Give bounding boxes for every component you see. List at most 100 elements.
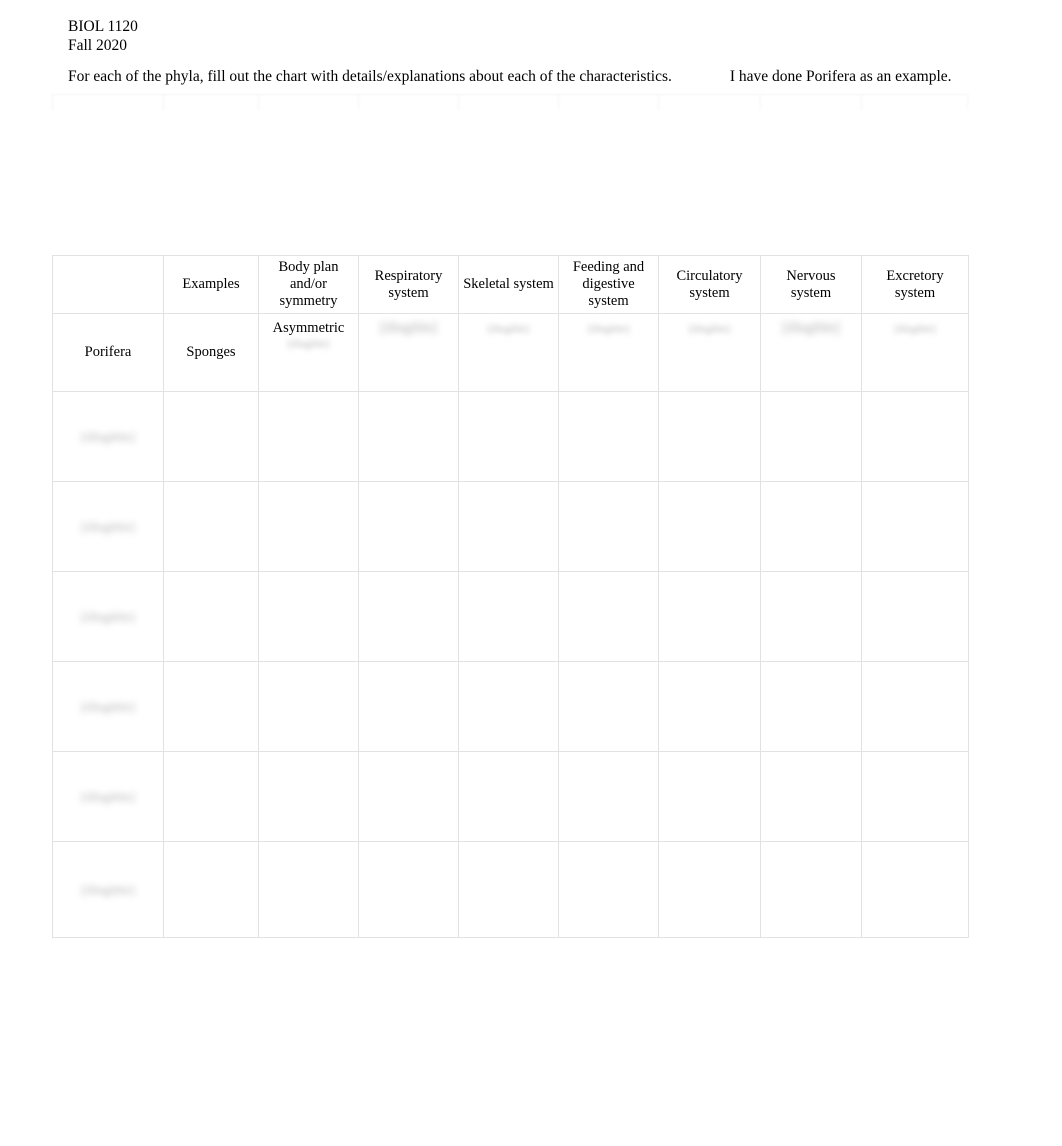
cell-feeding[interactable]	[558, 481, 659, 572]
cell-circulatory[interactable]	[658, 571, 761, 662]
table-top-fragment-divider	[358, 94, 359, 110]
table-row: [illegible]	[52, 751, 969, 842]
header-cell-nervous: Nervous system	[760, 255, 862, 314]
cell-respiratory[interactable]	[358, 391, 459, 482]
cell-circulatory[interactable]	[658, 841, 761, 938]
header-cell-examples: Examples	[163, 255, 259, 314]
header-cell-skeletal: Skeletal system	[458, 255, 559, 314]
row-label-phylum[interactable]: [illegible]	[52, 751, 164, 842]
cell-text-illegible: [illegible]	[487, 324, 530, 335]
cell-excretory[interactable]	[861, 481, 969, 572]
cell-circulatory[interactable]	[658, 661, 761, 752]
cell-feeding[interactable]	[558, 571, 659, 662]
table-row: [illegible]	[52, 841, 969, 938]
cell-porifera-examples[interactable]: Sponges	[163, 313, 259, 392]
cell-body-plan[interactable]	[258, 571, 359, 662]
cell-nervous[interactable]	[760, 661, 862, 752]
table-top-fragment-divider	[760, 94, 761, 110]
cell-examples[interactable]	[163, 571, 259, 662]
phyla-chart-container: Examples Body plan and/or symmetry Respi…	[52, 255, 969, 938]
cell-porifera-excretory[interactable]: [illegible]	[861, 313, 969, 392]
table-row: [illegible]	[52, 571, 969, 662]
cell-text-illegible: [illegible]	[688, 324, 731, 335]
table-top-fragment-divider	[458, 94, 459, 110]
cell-nervous[interactable]	[760, 391, 862, 482]
cell-porifera-respiratory[interactable]: [illegible]	[358, 313, 459, 392]
cell-excretory[interactable]	[861, 661, 969, 752]
row-label-illegible: [illegible]	[81, 518, 135, 534]
row-label-phylum[interactable]: [illegible]	[52, 841, 164, 938]
cell-skeletal[interactable]	[458, 661, 559, 752]
cell-skeletal[interactable]	[458, 481, 559, 572]
cell-body-plan[interactable]	[258, 481, 359, 572]
row-label-phylum[interactable]: [illegible]	[52, 571, 164, 662]
row-label-phylum[interactable]: [illegible]	[52, 481, 164, 572]
cell-circulatory[interactable]	[658, 481, 761, 572]
cell-respiratory[interactable]	[358, 751, 459, 842]
cell-text-illegible: [illegible]	[379, 320, 438, 336]
row-label-illegible: [illegible]	[81, 788, 135, 804]
cell-text-illegible: [illegible]	[287, 339, 330, 350]
cell-feeding[interactable]	[558, 391, 659, 482]
row-label-phylum[interactable]: [illegible]	[52, 391, 164, 482]
table-top-fragment-divider	[258, 94, 259, 110]
cell-examples[interactable]	[163, 391, 259, 482]
instruction-note: I have done Porifera as an example.	[729, 68, 952, 85]
cell-circulatory[interactable]	[658, 391, 761, 482]
row-label-illegible: [illegible]	[81, 881, 135, 897]
cell-excretory[interactable]	[861, 841, 969, 938]
header-cell-circulatory: Circulatory system	[658, 255, 761, 314]
cell-skeletal[interactable]	[458, 391, 559, 482]
cell-text-visible: Asymmetric	[272, 320, 345, 336]
phyla-characteristics-table: Examples Body plan and/or symmetry Respi…	[52, 255, 969, 938]
cell-text-illegible: [illegible]	[782, 320, 840, 336]
cell-respiratory[interactable]	[358, 571, 459, 662]
cell-excretory[interactable]	[861, 391, 969, 482]
cell-examples[interactable]	[163, 751, 259, 842]
cell-examples[interactable]	[163, 841, 259, 938]
table-row: [illegible]	[52, 661, 969, 752]
cell-respiratory[interactable]	[358, 841, 459, 938]
cell-nervous[interactable]	[760, 481, 862, 572]
cell-nervous[interactable]	[760, 841, 862, 938]
cell-nervous[interactable]	[760, 751, 862, 842]
table-row: [illegible]	[52, 391, 969, 482]
cell-body-plan[interactable]	[258, 661, 359, 752]
cell-excretory[interactable]	[861, 571, 969, 662]
table-row: [illegible]	[52, 481, 969, 572]
cell-skeletal[interactable]	[458, 571, 559, 662]
cell-skeletal[interactable]	[458, 751, 559, 842]
row-label-phylum[interactable]: [illegible]	[52, 661, 164, 752]
cell-body-plan[interactable]	[258, 751, 359, 842]
cell-porifera-skeletal[interactable]: [illegible]	[458, 313, 559, 392]
cell-examples[interactable]	[163, 661, 259, 752]
table-top-fragment-divider	[658, 94, 659, 110]
cell-body-plan[interactable]	[258, 841, 359, 938]
cell-feeding[interactable]	[558, 751, 659, 842]
cell-porifera-feeding[interactable]: [illegible]	[558, 313, 659, 392]
cell-nervous[interactable]	[760, 571, 862, 662]
instruction-text: For each of the phyla, fill out the char…	[68, 68, 672, 85]
instruction-paragraph: For each of the phyla, fill out the char…	[68, 67, 978, 86]
course-code: BIOL 1120	[68, 18, 138, 35]
cell-porifera-nervous[interactable]: [illegible]	[760, 313, 862, 392]
header-cell-respiratory: Respiratory system	[358, 255, 459, 314]
cell-body-plan[interactable]	[258, 391, 359, 482]
table-top-fragment	[52, 94, 968, 110]
cell-respiratory[interactable]	[358, 661, 459, 752]
cell-feeding[interactable]	[558, 661, 659, 752]
cell-text-illegible: [illegible]	[894, 324, 936, 335]
cell-circulatory[interactable]	[658, 751, 761, 842]
cell-skeletal[interactable]	[458, 841, 559, 938]
row-label-illegible: [illegible]	[81, 608, 135, 624]
cell-respiratory[interactable]	[358, 481, 459, 572]
table-top-fragment-divider	[52, 94, 53, 110]
cell-porifera-body-plan[interactable]: Asymmetric [illegible]	[258, 313, 359, 392]
cell-porifera-circulatory[interactable]: [illegible]	[658, 313, 761, 392]
cell-excretory[interactable]	[861, 751, 969, 842]
table-header-row: Examples Body plan and/or symmetry Respi…	[52, 255, 969, 314]
header-cell-phylum	[52, 255, 164, 314]
cell-feeding[interactable]	[558, 841, 659, 938]
cell-examples[interactable]	[163, 481, 259, 572]
cell-text-illegible: [illegible]	[587, 324, 630, 335]
